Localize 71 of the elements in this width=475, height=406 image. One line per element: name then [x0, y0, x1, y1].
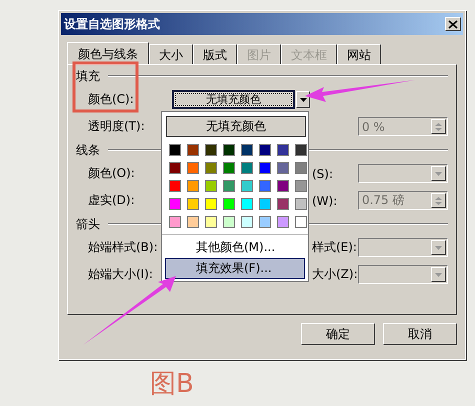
color-swatch[interactable] [205, 198, 217, 210]
color-swatch[interactable] [259, 144, 271, 156]
color-swatch[interactable] [223, 144, 235, 156]
menu-item[interactable]: 填充效果(F)... [165, 258, 305, 279]
color-swatch[interactable] [295, 180, 307, 192]
section-title: 线条 [76, 142, 100, 158]
highlight-frame [72, 62, 138, 112]
close-button[interactable] [445, 17, 461, 31]
color-swatch[interactable] [277, 180, 289, 192]
color-swatch[interactable] [277, 216, 289, 228]
color-swatch[interactable] [295, 198, 307, 210]
field-label: 样式(E): [312, 239, 358, 256]
color-swatch[interactable] [259, 198, 271, 210]
color-swatch[interactable] [295, 162, 307, 174]
color-swatch[interactable] [277, 144, 289, 156]
color-swatch[interactable] [187, 216, 199, 228]
color-swatch[interactable] [259, 180, 271, 192]
color-swatch[interactable] [295, 144, 307, 156]
window-title: 设置自选图形格式 [64, 16, 160, 32]
color-swatch[interactable] [169, 180, 181, 192]
color-swatch[interactable] [205, 144, 217, 156]
color-swatch[interactable] [205, 180, 217, 192]
spinner-arrows-icon [431, 119, 446, 134]
color-swatch[interactable] [187, 144, 199, 156]
field-label: (W): [312, 194, 338, 208]
color-swatch[interactable] [187, 198, 199, 210]
color-swatch[interactable] [259, 216, 271, 228]
color-swatch[interactable] [205, 162, 217, 174]
color-swatch[interactable] [241, 162, 253, 174]
dropdown-value: 无填充颜色 [172, 90, 295, 109]
dialog-button[interactable]: 确定 [301, 323, 375, 345]
tab[interactable]: 网站 [337, 44, 381, 64]
field-label: 虚实(D): [87, 192, 136, 209]
color-swatch[interactable] [259, 162, 271, 174]
color-swatch[interactable] [169, 144, 181, 156]
menu-item[interactable]: 其他颜色(M)... [165, 237, 305, 258]
color-swatch[interactable] [223, 162, 235, 174]
color-swatch[interactable] [187, 162, 199, 174]
color-swatch[interactable] [241, 198, 253, 210]
field-label: 始端样式(B): [87, 239, 159, 256]
close-icon [448, 20, 458, 28]
color-swatch[interactable] [169, 198, 181, 210]
color-swatch[interactable] [187, 180, 199, 192]
tab[interactable]: 大小 [149, 44, 193, 64]
color-swatch[interactable] [205, 216, 217, 228]
field-label: (S): [312, 166, 334, 180]
color-swatch[interactable] [169, 162, 181, 174]
field-label: 始端大小(I): [87, 266, 154, 283]
color-swatch[interactable] [241, 180, 253, 192]
tab[interactable]: 版式 [193, 44, 237, 64]
color-swatch[interactable] [223, 198, 235, 210]
color-swatch[interactable] [277, 162, 289, 174]
section-title: 箭头 [76, 216, 100, 232]
section-title: 填充 [76, 68, 100, 84]
color-swatch[interactable] [223, 180, 235, 192]
no-fill-button[interactable]: 无填充颜色 [166, 116, 306, 137]
dialog-button[interactable]: 取消 [383, 323, 457, 345]
color-swatch[interactable] [241, 216, 253, 228]
field-label: 颜色(O): [87, 165, 136, 182]
spinner-arrows-icon [431, 193, 446, 208]
field-label: 透明度(T): [87, 118, 146, 135]
color-swatch[interactable] [241, 144, 253, 156]
color-dropdown[interactable]: 无填充颜色 [172, 91, 310, 108]
field-label: 颜色(C): [87, 91, 135, 108]
color-swatch[interactable] [277, 198, 289, 210]
field-label: 大小(Z): [312, 266, 358, 283]
figure-caption: 图B [150, 368, 194, 400]
color-swatch[interactable] [295, 216, 307, 228]
color-swatch[interactable] [169, 216, 181, 228]
color-swatch[interactable] [223, 216, 235, 228]
tab[interactable]: 颜色与线条 [67, 42, 149, 64]
